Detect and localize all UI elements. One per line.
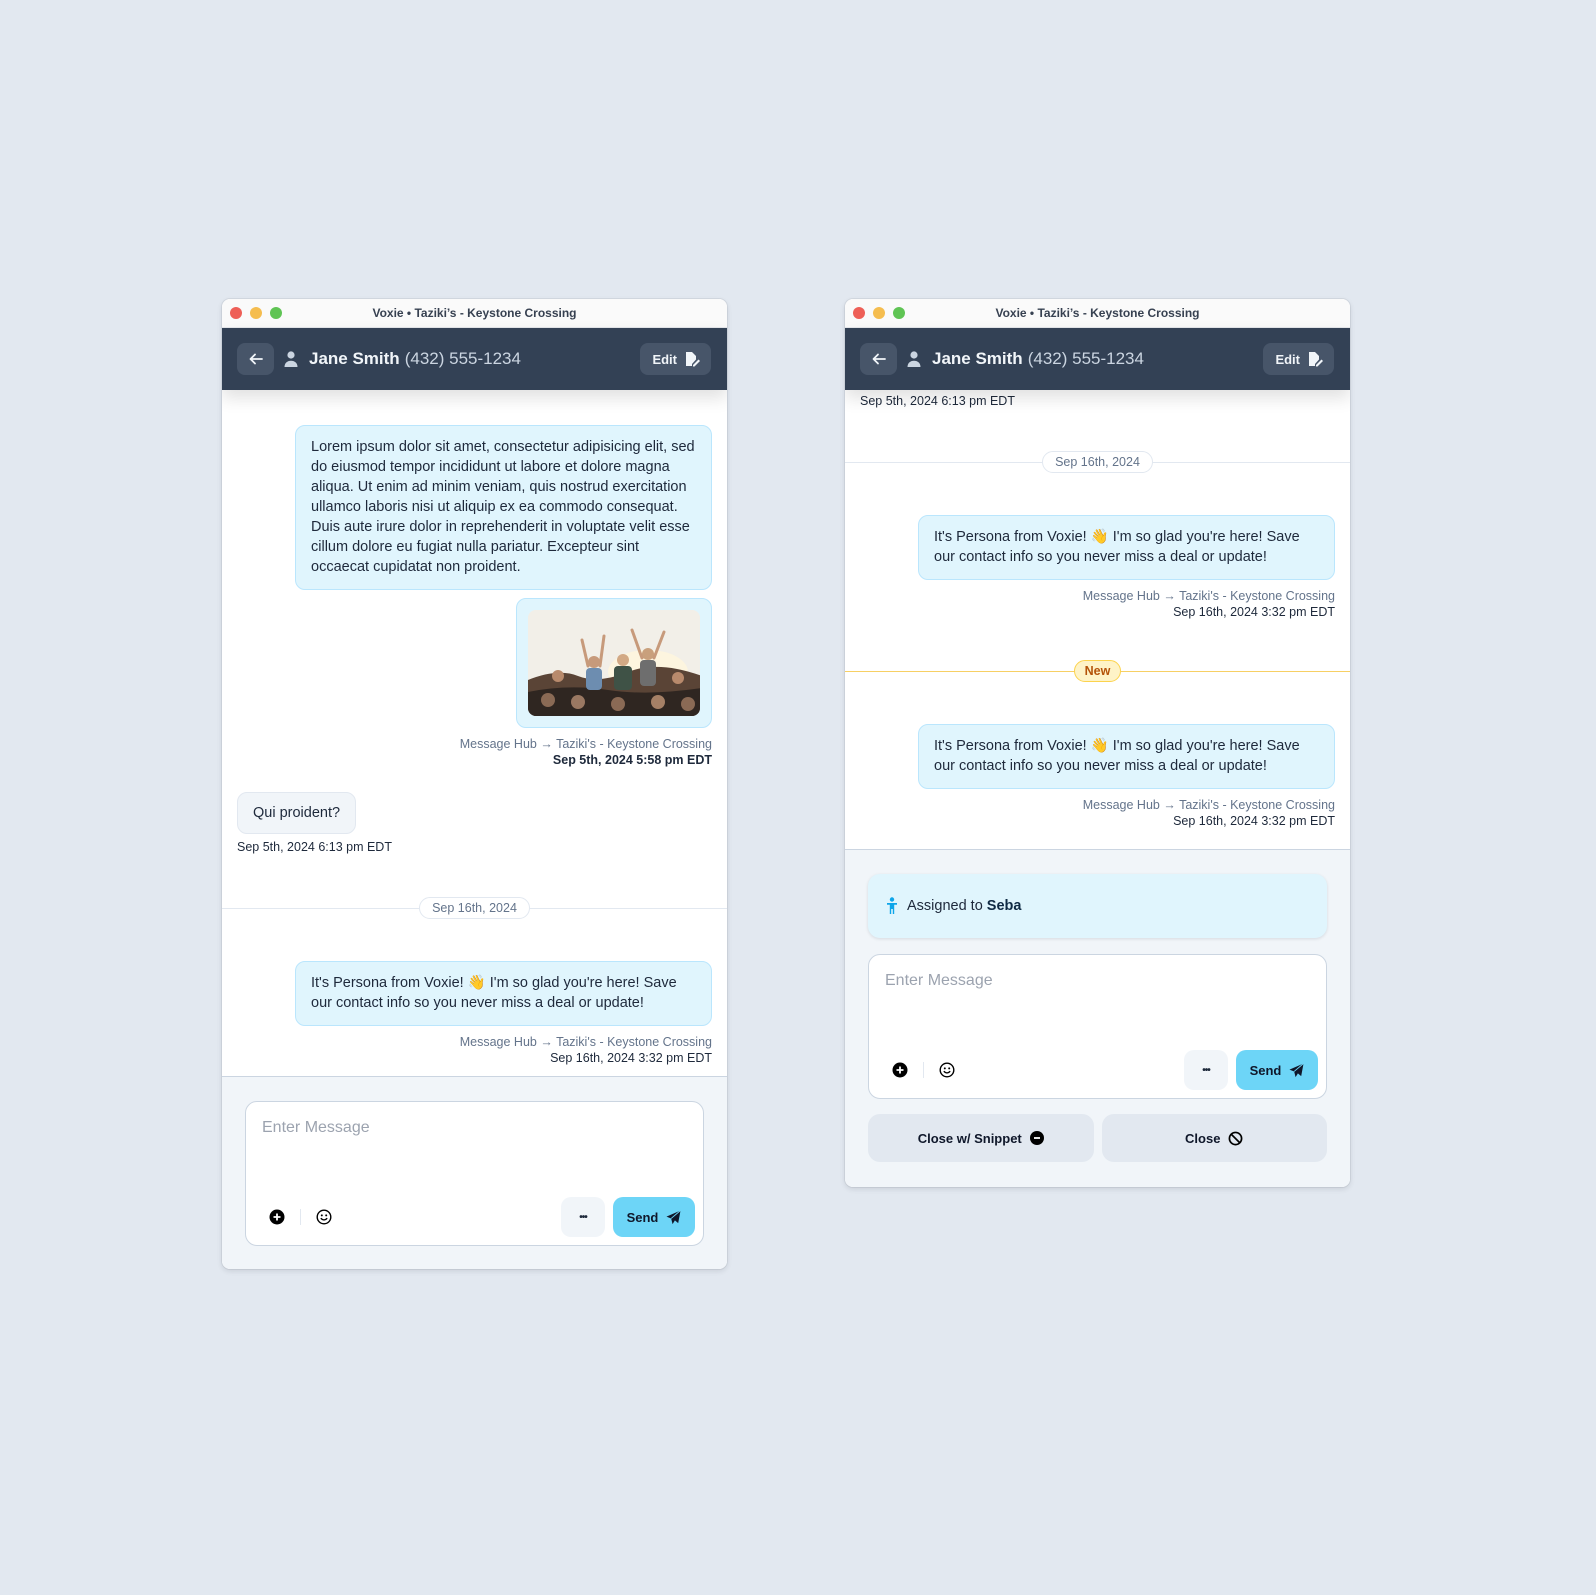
assignee-name: Seba <box>986 898 1022 914</box>
edit-button[interactable]: Edit <box>1263 343 1334 375</box>
close-actions: Close w/ Snippet Close <box>868 1114 1327 1162</box>
outgoing-message: It's Persona from Voxie! 👋 I'm so glad y… <box>295 961 712 1026</box>
emoji-icon[interactable] <box>309 1202 339 1232</box>
message-meta: Message Hub → Taziki's - Keystone Crossi… <box>237 736 712 768</box>
send-label: Send <box>626 1209 659 1225</box>
close-button[interactable]: Close <box>1101 1114 1327 1162</box>
edit-label: Edit <box>652 351 677 367</box>
message-route: Message Hub → Taziki's - Keystone Crossi… <box>459 1035 712 1049</box>
traffic-lights <box>230 307 282 319</box>
assignment-banner: Assigned to Seba <box>868 874 1327 938</box>
edit-label: Edit <box>1275 351 1300 367</box>
emoji-icon[interactable] <box>932 1055 962 1085</box>
minimize-window-button[interactable] <box>873 307 885 319</box>
assigned-prefix: Assigned to <box>907 898 983 914</box>
more-options-button[interactable]: ••• <box>1184 1050 1228 1090</box>
more-icon: ••• <box>579 1211 587 1223</box>
contact-phone: (432) 555-1234 <box>1027 349 1144 368</box>
incoming-timestamp: Sep 5th, 2024 6:13 pm EDT <box>237 840 392 854</box>
arrow-left-icon <box>249 353 263 365</box>
chat-window-right: Voxie • Taziki’s - Keystone Crossing Jan… <box>845 299 1350 1187</box>
close-snippet-label: Close w/ Snippet <box>917 1130 1022 1146</box>
close-window-button[interactable] <box>853 307 865 319</box>
message-timestamp: Sep 16th, 2024 3:32 pm EDT <box>1173 605 1335 619</box>
person-standing-icon <box>887 897 897 914</box>
composer-area: Assigned to Seba ••• Send <box>845 849 1350 1187</box>
close-label: Close <box>1185 1130 1221 1146</box>
ban-icon <box>1229 1131 1243 1145</box>
maximize-window-button[interactable] <box>270 307 282 319</box>
message-composer: ••• Send <box>245 1101 704 1246</box>
message-timestamp: Sep 16th, 2024 3:32 pm EDT <box>1173 814 1335 828</box>
person-icon <box>284 350 300 368</box>
message-meta: Message Hub → Taziki's - Keystone Crossi… <box>237 1034 712 1066</box>
date-separator: Sep 16th, 2024 <box>845 451 1350 473</box>
person-icon <box>907 350 923 368</box>
conversation-header: Jane Smith (432) 555-1234 Edit <box>845 328 1350 390</box>
add-attachment-icon[interactable] <box>262 1202 292 1232</box>
message-route: Message Hub → Taziki's - Keystone Crossi… <box>1082 589 1335 603</box>
date-pill: Sep 16th, 2024 <box>419 897 530 919</box>
message-thread[interactable]: Lorem ipsum dolor sit amet, consectetur … <box>222 390 727 1076</box>
image-message[interactable] <box>516 598 712 728</box>
toolbar-divider <box>923 1062 924 1078</box>
back-button[interactable] <box>860 343 897 375</box>
outgoing-message: Lorem ipsum dolor sit amet, consectetur … <box>295 425 712 590</box>
message-timestamp: Sep 16th, 2024 3:32 pm EDT <box>550 1051 712 1065</box>
add-attachment-icon[interactable] <box>885 1055 915 1085</box>
more-icon: ••• <box>1202 1064 1210 1076</box>
incoming-timestamp: Sep 5th, 2024 6:13 pm EDT <box>860 394 1015 408</box>
back-button[interactable] <box>237 343 274 375</box>
message-meta: Message Hub → Taziki's - Keystone Crossi… <box>860 588 1335 620</box>
date-pill: Sep 16th, 2024 <box>1042 451 1153 473</box>
minimize-window-button[interactable] <box>250 307 262 319</box>
outgoing-message: It's Persona from Voxie! 👋 I'm so glad y… <box>918 515 1335 580</box>
minus-circle-icon <box>1029 1131 1044 1145</box>
paper-plane-icon <box>1289 1062 1305 1077</box>
message-route: Message Hub → Taziki's - Keystone Crossi… <box>1082 798 1335 812</box>
chat-window-left: Voxie • Taziki’s - Keystone Crossing Jan… <box>222 299 727 1269</box>
window-titlebar: Voxie • Taziki’s - Keystone Crossing <box>222 299 727 328</box>
arrow-left-icon <box>872 353 886 365</box>
toolbar-divider <box>300 1209 301 1225</box>
message-input[interactable] <box>869 955 1326 1035</box>
send-button[interactable]: Send <box>1236 1050 1318 1090</box>
message-composer: ••• Send <box>868 954 1327 1099</box>
window-title: Voxie • Taziki’s - Keystone Crossing <box>372 306 577 320</box>
close-with-snippet-button[interactable]: Close w/ Snippet <box>868 1114 1094 1162</box>
conversation-header: Jane Smith (432) 555-1234 Edit <box>222 328 727 390</box>
composer-area: ••• Send <box>222 1076 727 1269</box>
message-thread[interactable]: Sep 5th, 2024 6:13 pm EDT Sep 16th, 2024… <box>845 390 1350 849</box>
message-input[interactable] <box>246 1102 703 1182</box>
outgoing-message: It's Persona from Voxie! 👋 I'm so glad y… <box>918 724 1335 789</box>
close-window-button[interactable] <box>230 307 242 319</box>
message-route: Message Hub → Taziki's - Keystone Crossi… <box>459 737 712 751</box>
contact-phone: (432) 555-1234 <box>404 349 521 368</box>
date-separator: Sep 16th, 2024 <box>222 897 727 919</box>
contact-name: Jane Smith <box>309 349 400 368</box>
window-titlebar: Voxie • Taziki’s - Keystone Crossing <box>845 299 1350 328</box>
composer-toolbar: ••• Send <box>885 1050 1318 1090</box>
more-options-button[interactable]: ••• <box>561 1197 605 1237</box>
file-edit-icon <box>686 352 700 367</box>
maximize-window-button[interactable] <box>893 307 905 319</box>
new-badge: New <box>1073 660 1122 682</box>
paper-plane-icon <box>666 1209 682 1224</box>
composer-toolbar: ••• Send <box>262 1197 695 1237</box>
traffic-lights <box>853 307 905 319</box>
crowd-photo[interactable] <box>528 610 700 716</box>
send-button[interactable]: Send <box>613 1197 695 1237</box>
edit-button[interactable]: Edit <box>640 343 711 375</box>
new-messages-separator: New <box>845 659 1350 683</box>
message-meta: Message Hub → Taziki's - Keystone Crossi… <box>860 797 1335 829</box>
contact-name: Jane Smith <box>932 349 1023 368</box>
send-label: Send <box>1249 1062 1282 1078</box>
window-title: Voxie • Taziki’s - Keystone Crossing <box>995 306 1200 320</box>
incoming-message: Qui proident? <box>237 792 357 834</box>
message-timestamp: Sep 5th, 2024 5:58 pm EDT <box>552 753 712 767</box>
file-edit-icon <box>1309 352 1323 367</box>
